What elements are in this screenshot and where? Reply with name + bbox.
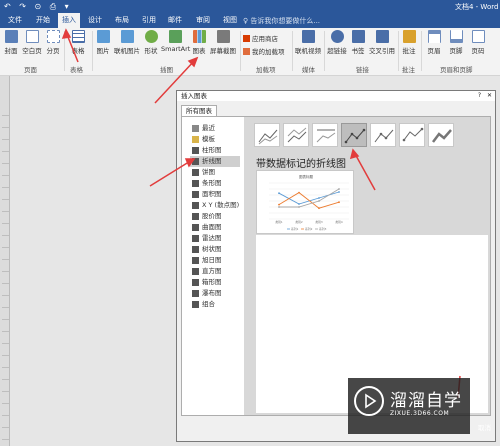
arrow-to-line-category xyxy=(149,159,193,187)
watermark: 溜溜自学 ZIXUE.3D66.COM xyxy=(348,378,470,434)
play-logo-icon xyxy=(354,386,384,416)
arrow-head xyxy=(184,158,196,168)
arrow-to-subtype xyxy=(353,151,376,191)
arrow-head xyxy=(349,148,360,160)
watermark-name: 溜溜自学 xyxy=(390,391,462,411)
watermark-url: ZIXUE.3D66.COM xyxy=(390,410,450,417)
arrow-to-chart-button xyxy=(154,59,196,104)
cancel-button[interactable]: 取消 xyxy=(478,422,491,432)
arrow-head xyxy=(61,28,72,39)
